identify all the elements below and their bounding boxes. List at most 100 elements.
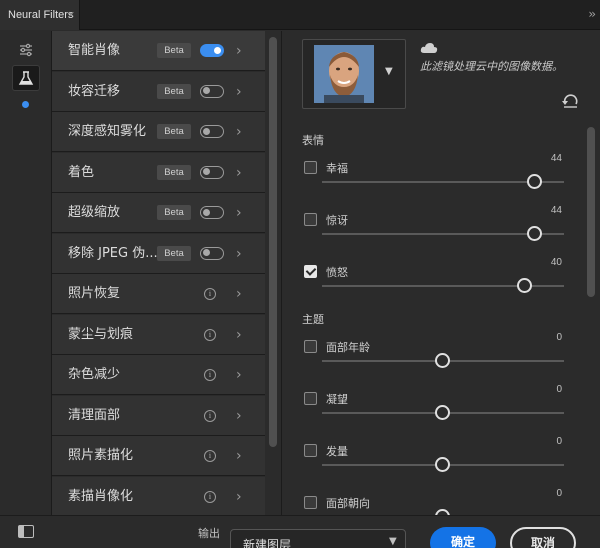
chevron-right-icon[interactable]: ›: [236, 234, 242, 274]
slider-label: 面部朝向: [326, 497, 370, 510]
filter-row[interactable]: 清理面部 i ›: [52, 395, 265, 436]
double-chevron-right-icon[interactable]: ››: [588, 0, 595, 28]
reset-icon[interactable]: [561, 93, 579, 112]
beta-badge: Beta: [157, 43, 191, 58]
chevron-right-icon[interactable]: ›: [236, 112, 242, 152]
info-icon[interactable]: i: [204, 409, 216, 422]
toggle-knob: [203, 127, 210, 135]
filter-toggle[interactable]: [200, 125, 224, 138]
section-title: 主题: [302, 313, 324, 326]
filter-row[interactable]: 智能肖像 Beta ›: [52, 31, 265, 71]
filter-options-panel: ▼ 此滤镜处理云中的图像数据。 表情 幸福 44 惊讶 44 愤怒 40 主题 面部年龄 0 凝望 0…: [281, 31, 600, 515]
slider-checkbox[interactable]: [304, 213, 317, 226]
slider-checkbox[interactable]: [304, 496, 317, 509]
chevron-right-icon[interactable]: ›: [236, 315, 242, 355]
beta-badge: Beta: [157, 245, 191, 261]
slider-label: 面部年龄: [326, 341, 370, 354]
slider-thumb[interactable]: [435, 457, 450, 472]
chevron-down-icon: ▼: [389, 536, 397, 547]
filter-list-scrollbar[interactable]: [266, 31, 280, 515]
flask-icon[interactable]: [12, 65, 40, 91]
filter-label: 妆容迁移: [68, 83, 121, 99]
chevron-right-icon[interactable]: ›: [236, 153, 242, 193]
panel-layout-icon[interactable]: [18, 525, 34, 538]
info-icon[interactable]: i: [204, 369, 216, 381]
toggle-knob: [203, 168, 210, 175]
slider-control: 幸福 44: [302, 153, 564, 208]
info-icon[interactable]: i: [204, 288, 216, 300]
filter-row[interactable]: 照片素描化 i ›: [52, 436, 265, 476]
filter-row[interactable]: 移除 JPEG 伪... Beta ›: [52, 233, 265, 274]
filter-row[interactable]: 超级缩放 Beta ›: [52, 193, 265, 233]
slider-value: 0: [556, 384, 562, 395]
chevron-right-icon[interactable]: ›: [236, 477, 242, 516]
chevron-right-icon[interactable]: ›: [236, 436, 242, 476]
beta-badge: Beta: [157, 124, 191, 139]
slider-thumb[interactable]: [435, 405, 450, 420]
slider-thumb[interactable]: [526, 174, 542, 189]
filter-row[interactable]: 照片恢复 i ›: [52, 274, 265, 314]
chevron-right-icon[interactable]: ›: [236, 193, 242, 233]
scroll-thumb[interactable]: [587, 127, 595, 297]
active-indicator-dot: [22, 101, 29, 108]
slider-label: 幸福: [326, 162, 348, 175]
slider-checkbox[interactable]: [304, 444, 317, 457]
slider-control: 发量 0: [302, 436, 564, 491]
tool-rail: [0, 31, 52, 515]
filter-row[interactable]: 素描肖像化 i ›: [52, 476, 265, 516]
filter-label: 着色: [68, 164, 95, 180]
chevron-right-icon[interactable]: ›: [236, 72, 242, 112]
chevron-down-icon[interactable]: ▼: [385, 66, 393, 77]
title-bar: Neural Filters × ››: [0, 0, 600, 30]
filter-row[interactable]: 蒙尘与划痕 i ›: [52, 314, 265, 355]
chevron-right-icon[interactable]: ›: [236, 31, 242, 71]
beta-badge: Beta: [157, 164, 191, 180]
info-icon[interactable]: i: [204, 490, 216, 503]
filter-toggle[interactable]: [200, 246, 224, 260]
slider-control: 凝望 0: [302, 384, 564, 439]
filter-row[interactable]: 妆容迁移 Beta ›: [52, 71, 265, 112]
cancel-button[interactable]: 取消: [510, 527, 576, 548]
info-icon[interactable]: i: [204, 328, 216, 341]
slider-control: 惊讶 44: [302, 205, 564, 260]
slider-control: 面部朝向 0: [302, 488, 564, 515]
filter-toggle[interactable]: [200, 44, 224, 57]
toggle-knob: [214, 46, 221, 54]
chevron-right-icon[interactable]: ›: [236, 274, 242, 314]
scroll-thumb[interactable]: [269, 37, 277, 447]
chevron-right-icon[interactable]: ›: [236, 355, 242, 395]
filter-row[interactable]: 深度感知雾化 Beta ›: [52, 112, 265, 152]
output-value: 新建图层: [243, 538, 292, 548]
filter-toggle[interactable]: [200, 84, 224, 98]
info-icon[interactable]: i: [204, 450, 216, 462]
filter-label: 移除 JPEG 伪...: [68, 245, 158, 261]
filter-row[interactable]: 着色 Beta ›: [52, 152, 265, 193]
slider-value: 0: [556, 488, 562, 499]
toggle-knob: [203, 249, 210, 256]
slider-thumb[interactable]: [435, 353, 450, 368]
filter-toggle[interactable]: [200, 165, 224, 179]
filter-row[interactable]: 杂色减少 i ›: [52, 355, 265, 395]
tab-title: Neural Filters: [8, 9, 74, 21]
slider-thumb[interactable]: [526, 226, 542, 241]
portrait-preview-dropdown[interactable]: ▼: [302, 39, 406, 109]
sliders-icon[interactable]: [12, 37, 40, 63]
slider-checkbox[interactable]: [304, 161, 317, 174]
output-select[interactable]: 新建图层 ▼: [230, 529, 406, 548]
slider-checkbox[interactable]: [304, 340, 317, 353]
slider-thumb[interactable]: [517, 278, 533, 293]
tab-neural-filters[interactable]: Neural Filters ×: [0, 0, 80, 30]
slider-value: 0: [556, 436, 562, 447]
chevron-right-icon[interactable]: ›: [236, 396, 242, 436]
slider-checkbox[interactable]: [304, 265, 317, 278]
footer-bar: 输出 新建图层 ▼ 确定 取消: [0, 515, 600, 548]
slider-label: 愤怒: [326, 266, 348, 279]
close-icon[interactable]: ×: [68, 0, 74, 30]
ok-button[interactable]: 确定: [430, 527, 496, 548]
filter-toggle[interactable]: [200, 206, 224, 219]
slider-checkbox[interactable]: [304, 392, 317, 405]
cloud-processing-note: 此滤镜处理云中的图像数据。: [420, 60, 563, 73]
slider-value: 44: [550, 205, 562, 216]
options-panel-scrollbar[interactable]: [586, 127, 596, 507]
filter-label: 照片素描化: [68, 448, 134, 463]
